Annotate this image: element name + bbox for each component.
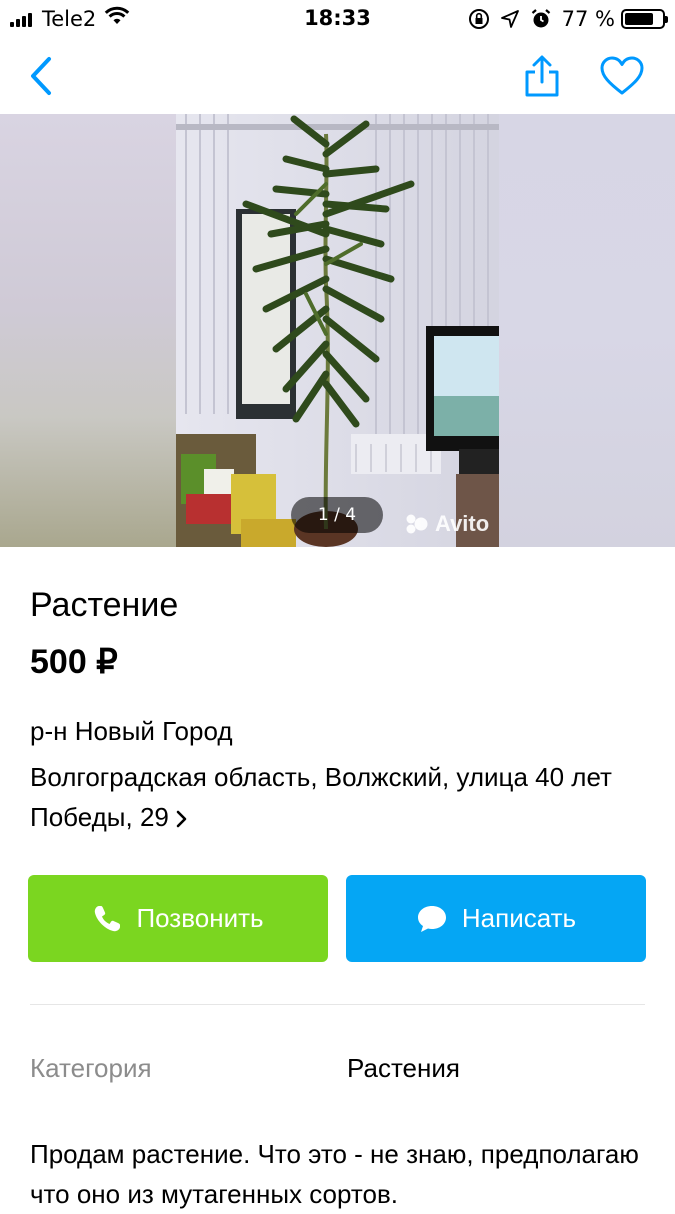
category-label: Категория: [30, 1053, 152, 1083]
avito-watermark-text: Avito: [435, 511, 490, 536]
divider: [30, 1004, 645, 1005]
nav-bar: [0, 38, 675, 114]
avito-logo-icon: [406, 514, 428, 534]
next-photo-preview: [499, 114, 675, 547]
battery-icon: [621, 9, 668, 29]
listing-price: 500 ₽: [30, 643, 118, 681]
status-right: 77 %: [458, 6, 668, 32]
phone-icon: [95, 905, 121, 931]
chevron-right-icon: [176, 810, 187, 828]
photo-gallery[interactable]: 1 / 4: [0, 114, 675, 547]
listing-district: р-н Новый Город: [30, 716, 233, 746]
back-chevron-icon: [31, 57, 51, 95]
listing-photo[interactable]: [176, 114, 499, 547]
call-button-label: Позвонить: [136, 903, 264, 933]
message-button[interactable]: Написать: [346, 875, 646, 962]
heart-icon: [600, 56, 644, 95]
listing-description: Продам растение. Что это - не знаю, пред…: [30, 1139, 639, 1209]
listing-address[interactable]: Волгоградская область, Волжский, улица 4…: [30, 757, 640, 837]
avito-watermark: Avito: [405, 511, 489, 537]
location-icon: [500, 9, 520, 29]
photo-counter: 1 / 4: [291, 497, 383, 533]
message-button-label: Написать: [461, 903, 577, 933]
back-button[interactable]: [18, 38, 64, 114]
alarm-icon: [530, 8, 552, 30]
battery-percent: 77 %: [561, 7, 615, 31]
favorite-button[interactable]: [595, 38, 649, 114]
share-icon: [525, 55, 559, 97]
status-bar: Tele2 18:33 77 %: [0, 0, 675, 38]
chat-bubble-icon: [417, 905, 446, 932]
previous-photo-preview: [0, 114, 176, 547]
share-button[interactable]: [516, 38, 568, 114]
battery-fill: [625, 13, 653, 25]
category-value: Растения: [347, 1053, 460, 1083]
rotation-lock-icon: [468, 8, 490, 30]
listing-title: Растение: [30, 586, 179, 624]
call-button[interactable]: Позвонить: [28, 875, 328, 962]
address-text[interactable]: Волгоградская область, Волжский, улица 4…: [30, 762, 612, 832]
